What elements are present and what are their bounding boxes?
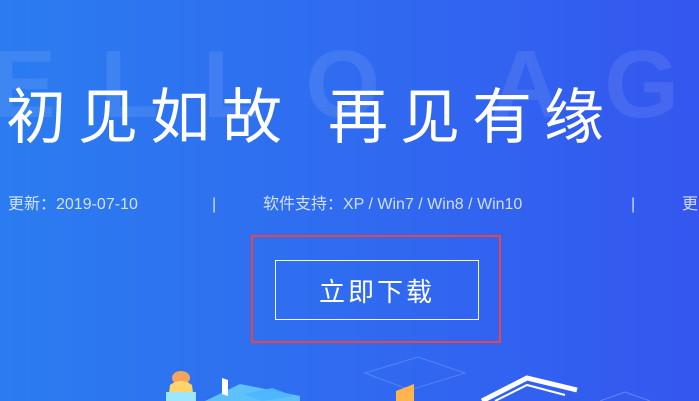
yellow-arrow-shape: [396, 384, 414, 401]
software-support-text: 软件支持：XP / Win7 / Win8 / Win10: [263, 196, 523, 213]
hero-title: 初见如故 再见有缘: [6, 78, 616, 158]
isometric-illustration: [166, 356, 651, 401]
hero-title-part2: 再见有缘: [328, 83, 616, 153]
more-info-text: 更: [682, 196, 699, 213]
character-figure-icon: [166, 371, 196, 401]
hero-title-part1: 初见如故: [6, 83, 294, 153]
decorative-diamond: [363, 356, 467, 391]
meta-separator: |: [631, 196, 636, 213]
download-now-button[interactable]: 立即下载: [275, 260, 479, 320]
meta-separator: |: [212, 196, 217, 213]
update-date-text: 更新：2019-07-10: [8, 196, 138, 213]
isometric-frame: [480, 375, 651, 401]
isometric-platform: [205, 378, 300, 401]
